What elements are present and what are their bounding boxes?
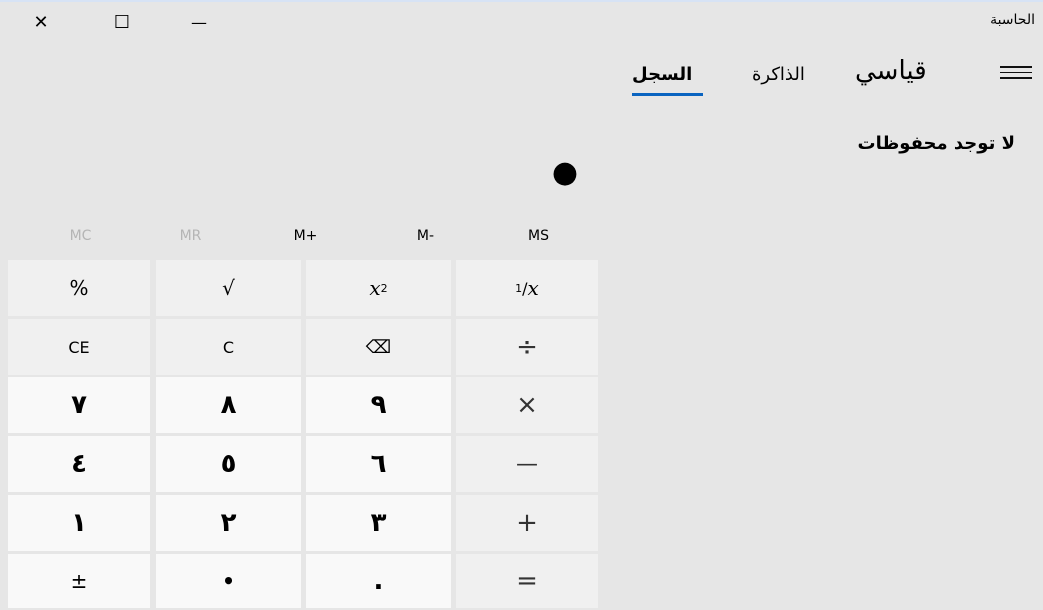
close-button[interactable]: ✕ [17, 2, 65, 42]
percent-button[interactable]: % [8, 260, 150, 316]
multiply-icon: × [516, 390, 538, 420]
clear-entry-button[interactable]: CE [8, 319, 150, 375]
minimize-button[interactable]: — [175, 2, 223, 42]
reciprocal-button[interactable]: 1/x [456, 260, 598, 316]
square-root-icon: √ [222, 276, 235, 300]
minimize-icon: — [191, 12, 207, 32]
close-icon: ✕ [33, 11, 49, 33]
multiply-button[interactable]: × [456, 377, 598, 433]
mode-title: قياسي [855, 56, 927, 86]
digit-3-button[interactable]: ٣ [306, 495, 451, 551]
display-value: ● [551, 155, 579, 190]
plus-icon: + [516, 508, 538, 538]
digit-8-button[interactable]: ٨ [156, 377, 301, 433]
subtract-button[interactable]: — [456, 436, 598, 492]
add-button[interactable]: + [456, 495, 598, 551]
square-root-button[interactable]: √ [156, 260, 301, 316]
backspace-icon: ⌫ [365, 336, 392, 358]
digit-0-button[interactable]: • [156, 554, 301, 608]
equals-button[interactable]: = [456, 554, 598, 608]
equals-icon: = [516, 566, 538, 596]
digit-1-button[interactable]: ١ [8, 495, 150, 551]
history-empty-message: لا توجد محفوظات [857, 133, 1015, 154]
memory-row: MC MR M+ M- MS [8, 228, 599, 250]
window-top-border [0, 0, 1043, 2]
divide-button[interactable]: ÷ [456, 319, 598, 375]
active-tab-indicator [632, 93, 703, 96]
divide-icon: ÷ [516, 332, 538, 362]
negate-button[interactable]: ± [8, 554, 150, 608]
tab-memory[interactable]: الذاكرة [752, 64, 805, 85]
digit-6-button[interactable]: ٦ [306, 436, 451, 492]
digit-5-button[interactable]: ٥ [156, 436, 301, 492]
hamburger-menu-button[interactable] [1000, 66, 1032, 82]
minus-icon: — [516, 451, 538, 477]
memory-store-button[interactable]: MS [466, 228, 611, 244]
digit-7-button[interactable]: ٧ [8, 377, 150, 433]
backspace-button[interactable]: ⌫ [306, 319, 451, 375]
maximize-icon: ☐ [113, 11, 131, 33]
digit-4-button[interactable]: ٤ [8, 436, 150, 492]
hamburger-icon [1000, 66, 1032, 68]
tab-history[interactable]: السجل [632, 64, 692, 85]
clear-button[interactable]: C [156, 319, 301, 375]
digit-2-button[interactable]: ٢ [156, 495, 301, 551]
maximize-button[interactable]: ☐ [98, 2, 146, 42]
decimal-button[interactable]: . [306, 554, 451, 608]
square-button[interactable]: x2 [306, 260, 451, 316]
app-title: الحاسبة [990, 12, 1035, 28]
digit-9-button[interactable]: ٩ [306, 377, 451, 433]
